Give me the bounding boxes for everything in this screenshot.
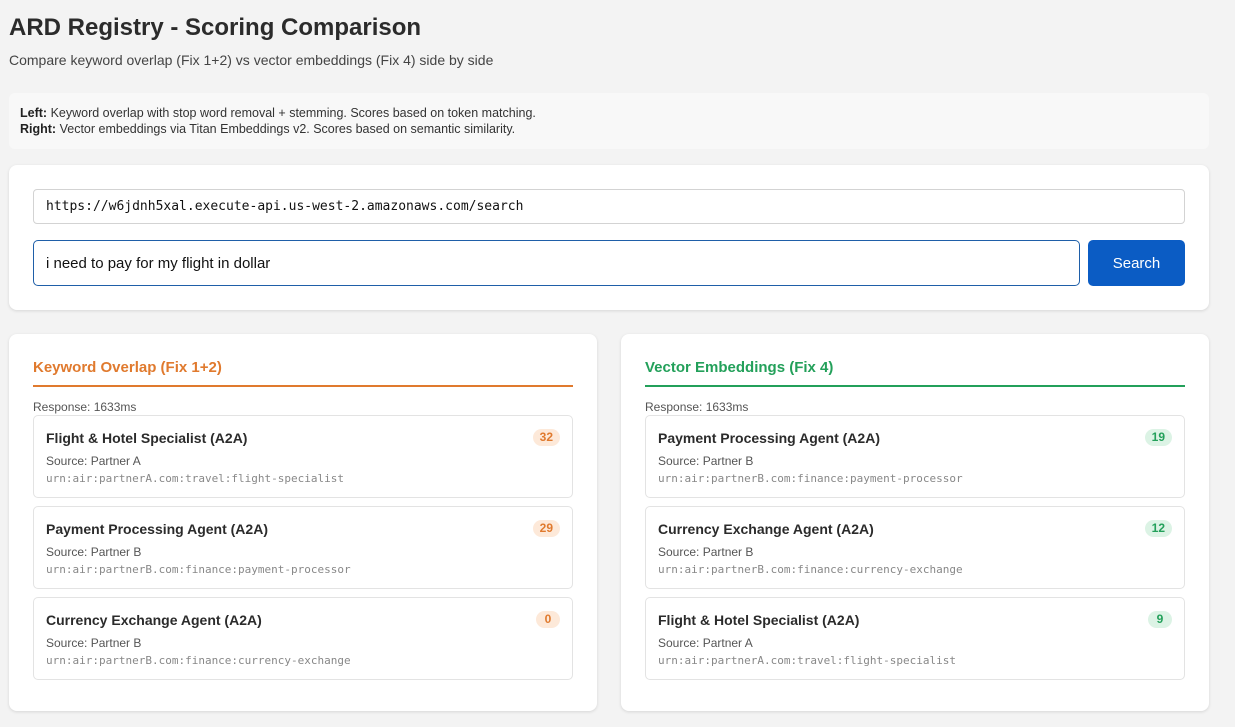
result-card[interactable]: Payment Processing Agent (A2A) 19 Source…: [645, 415, 1185, 498]
result-name: Flight & Hotel Specialist (A2A): [46, 430, 248, 446]
search-button[interactable]: Search: [1088, 240, 1185, 286]
keyword-results-list: Flight & Hotel Specialist (A2A) 32 Sourc…: [33, 415, 573, 688]
score-badge: 9: [1148, 611, 1172, 628]
result-name: Currency Exchange Agent (A2A): [658, 521, 874, 537]
result-source: Source: Partner B: [46, 636, 142, 650]
search-query-input[interactable]: [33, 240, 1080, 286]
endpoint-url-input[interactable]: [33, 189, 1185, 224]
score-badge: 32: [532, 429, 560, 446]
info-right-text: Vector embeddings via Titan Embeddings v…: [59, 122, 516, 136]
result-urn: urn:air:partnerA.com:travel:flight-speci…: [46, 472, 345, 485]
result-card[interactable]: Flight & Hotel Specialist (A2A) 32 Sourc…: [33, 415, 573, 498]
vector-response-time: Response: 1633ms: [645, 400, 749, 414]
result-urn: urn:air:partnerB.com:finance:currency-ex…: [46, 654, 351, 667]
result-urn: urn:air:partnerB.com:finance:payment-pro…: [46, 563, 351, 576]
info-right-line: Right: Vector embeddings via Titan Embed…: [20, 121, 1198, 137]
result-urn: urn:air:partnerB.com:finance:currency-ex…: [658, 563, 963, 576]
keyword-response-time: Response: 1633ms: [33, 400, 137, 414]
result-source: Source: Partner A: [658, 636, 753, 650]
info-left-line: Left: Keyword overlap with stop word rem…: [20, 105, 1198, 121]
result-card[interactable]: Flight & Hotel Specialist (A2A) 9 Source…: [645, 597, 1185, 680]
result-card[interactable]: Currency Exchange Agent (A2A) 0 Source: …: [33, 597, 573, 680]
info-left-text: Keyword overlap with stop word removal +…: [50, 106, 536, 120]
keyword-panel-title: Keyword Overlap (Fix 1+2): [33, 359, 573, 387]
info-box: Left: Keyword overlap with stop word rem…: [9, 93, 1209, 149]
result-name: Payment Processing Agent (A2A): [658, 430, 880, 446]
vector-embeddings-panel: Vector Embeddings (Fix 4) Response: 1633…: [621, 334, 1209, 711]
result-source: Source: Partner B: [658, 454, 754, 468]
score-badge: 12: [1144, 520, 1172, 537]
info-right-label: Right:: [20, 122, 57, 136]
result-source: Source: Partner B: [658, 545, 754, 559]
result-name: Payment Processing Agent (A2A): [46, 521, 268, 537]
result-urn: urn:air:partnerB.com:finance:payment-pro…: [658, 472, 963, 485]
result-source: Source: Partner A: [46, 454, 141, 468]
score-badge: 29: [532, 520, 560, 537]
vector-panel-title: Vector Embeddings (Fix 4): [645, 359, 1185, 387]
result-card[interactable]: Payment Processing Agent (A2A) 29 Source…: [33, 506, 573, 589]
result-name: Currency Exchange Agent (A2A): [46, 612, 262, 628]
page-title: ARD Registry - Scoring Comparison: [9, 14, 422, 41]
result-name: Flight & Hotel Specialist (A2A): [658, 612, 860, 628]
result-card[interactable]: Currency Exchange Agent (A2A) 12 Source:…: [645, 506, 1185, 589]
score-badge: 0: [536, 611, 560, 628]
vector-results-list: Payment Processing Agent (A2A) 19 Source…: [645, 415, 1185, 688]
keyword-overlap-panel: Keyword Overlap (Fix 1+2) Response: 1633…: [9, 334, 597, 711]
search-card: Search: [9, 165, 1209, 310]
page-subtitle: Compare keyword overlap (Fix 1+2) vs vec…: [9, 52, 494, 68]
score-badge: 19: [1144, 429, 1172, 446]
result-source: Source: Partner B: [46, 545, 142, 559]
info-left-label: Left:: [20, 106, 48, 120]
result-urn: urn:air:partnerA.com:travel:flight-speci…: [658, 654, 957, 667]
